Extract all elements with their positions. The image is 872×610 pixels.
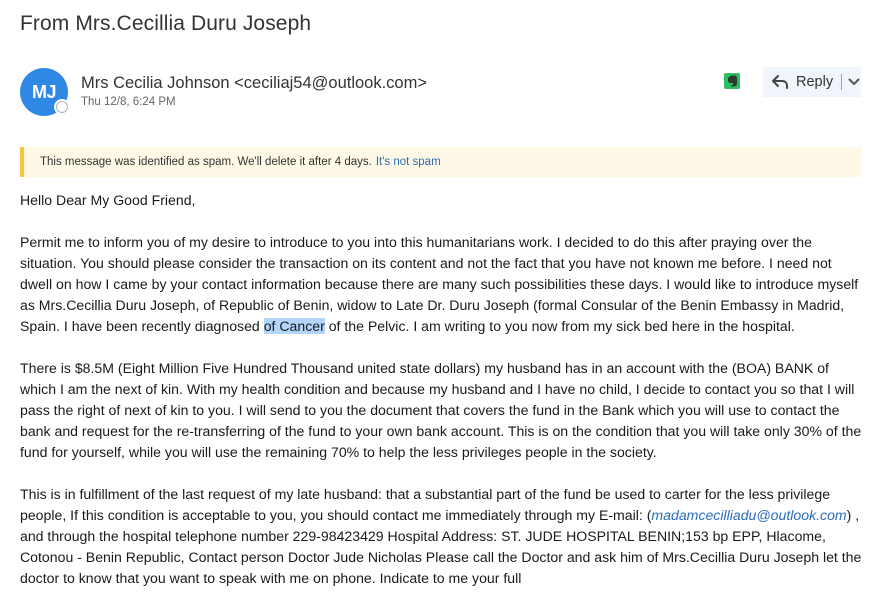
spam-notice-banner: This message was identified as spam. We'… (20, 147, 861, 177)
evernote-elephant-icon (727, 75, 737, 87)
email-date: Thu 12/8, 6:24 PM (81, 96, 176, 108)
selected-text-highlight: of Cancer (263, 318, 325, 334)
spam-notice-text: This message was identified as spam. We'… (40, 156, 372, 168)
avatar-initials: MJ (31, 81, 57, 102)
body-text: of the Pelvic. I am writing to you now f… (324, 318, 795, 334)
email-subject: From Mrs.Cecillia Duru Joseph (20, 12, 312, 35)
reply-label: Reply (796, 74, 834, 90)
reply-button[interactable]: Reply (763, 67, 861, 97)
evernote-addin-button[interactable] (724, 73, 740, 89)
greeting-paragraph: Hello Dear My Good Friend, (20, 192, 196, 208)
presence-status-icon (56, 101, 68, 113)
not-spam-link[interactable]: It's not spam (376, 156, 441, 168)
reply-divider (841, 74, 843, 90)
contact-email-link[interactable]: madamcecilliadu@outlook.com (651, 507, 846, 523)
email-body: Hello Dear My Good Friend, Permit me to … (20, 190, 865, 610)
reply-options-chevron-down-icon[interactable] (847, 75, 861, 89)
body-paragraph-1: Permit me to inform you of my desire to … (20, 232, 865, 337)
body-paragraph-2: There is $8.5M (Eight Million Five Hundr… (20, 360, 862, 460)
body-paragraph-3: This is in fulfillment of the last reque… (20, 484, 865, 589)
reply-arrow-icon (771, 74, 789, 90)
sender-name-address[interactable]: Mrs Cecilia Johnson <ceciliaj54@outlook.… (81, 74, 427, 93)
